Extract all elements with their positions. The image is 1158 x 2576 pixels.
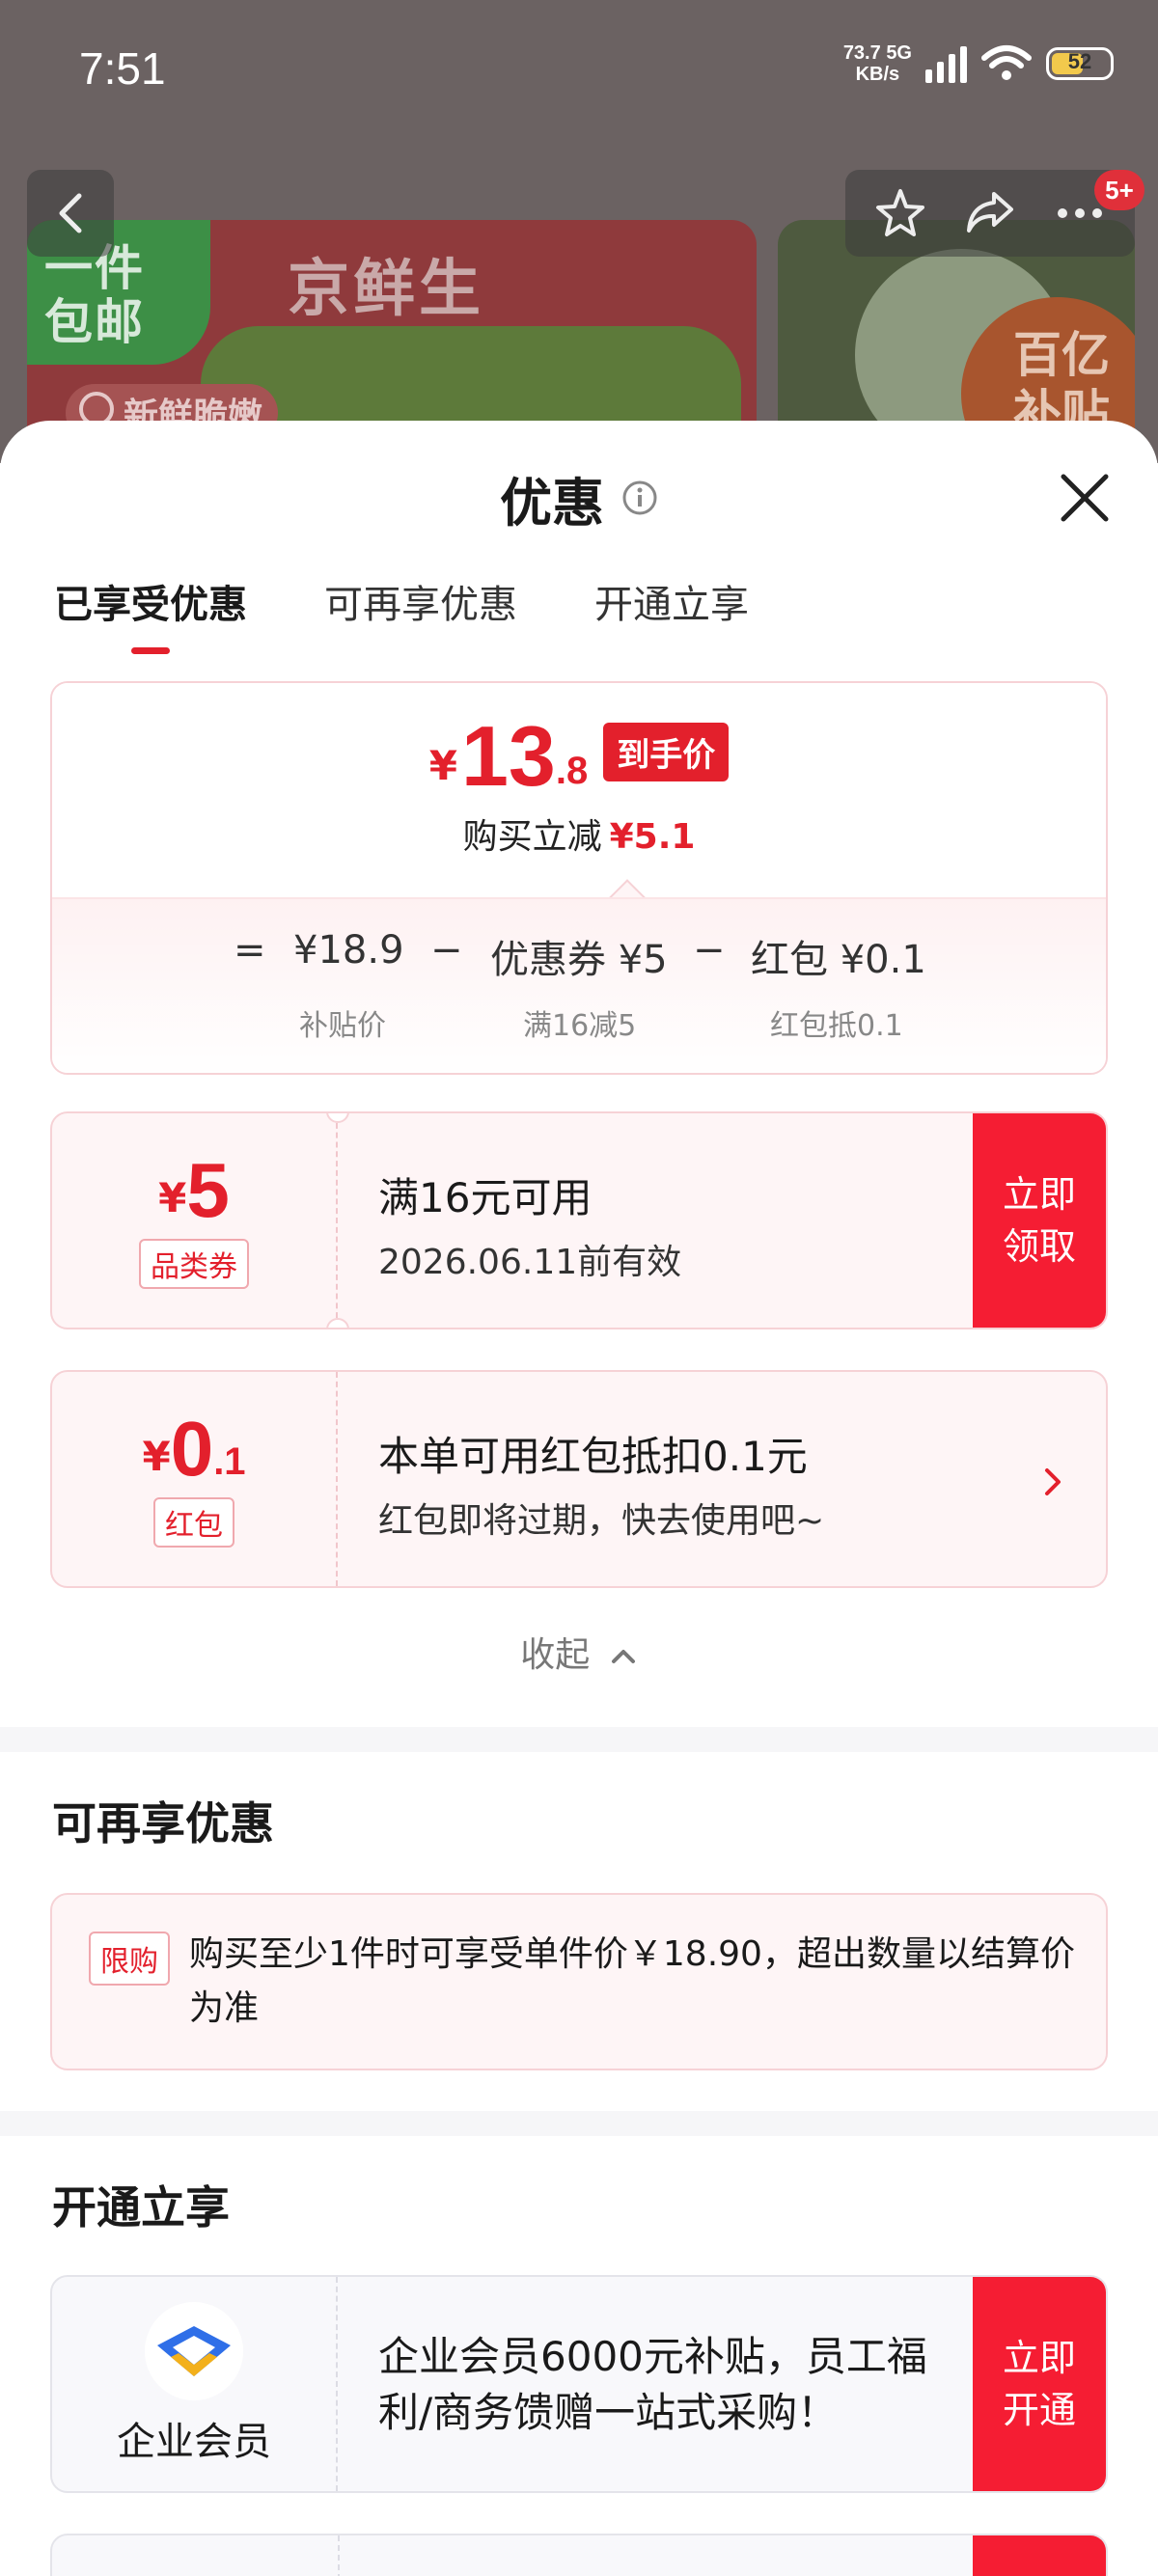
signal-icon bbox=[925, 44, 967, 83]
price-decimal: .8 bbox=[555, 750, 589, 792]
tab-more-offers-label: 可再享优惠 bbox=[324, 583, 517, 627]
redpacket-details: 本单可用红包抵扣0.1元 红包即将过期，快去使用吧~ bbox=[378, 1424, 824, 1543]
net-speed-unit: KB/s bbox=[855, 64, 900, 85]
collapse-button[interactable]: 收起 bbox=[0, 1627, 1158, 1677]
close-icon[interactable] bbox=[1056, 469, 1114, 527]
section-divider bbox=[0, 2111, 1158, 2136]
coupon-deduction: 优惠券 ¥5 bbox=[490, 938, 668, 982]
redpacket-expiry-hint: 红包即将过期，快去使用吧~ bbox=[378, 1501, 825, 1541]
redpacket-value: ¥ 0 .1 红包 bbox=[52, 1372, 338, 1586]
redpacket-usage-text: 本单可用红包抵扣0.1元 bbox=[378, 1433, 808, 1480]
coupon-currency: ¥ bbox=[158, 1174, 187, 1221]
coupon-expiry: 2026.06.11前有效 bbox=[378, 1243, 682, 1282]
status-time: 7:51 bbox=[79, 43, 166, 94]
next-offer-card bbox=[50, 2534, 1108, 2576]
coupon-details: 满16元可用 2026.06.11前有效 bbox=[378, 1165, 681, 1284]
tab-open-now[interactable]: 开通立享 bbox=[594, 573, 749, 654]
info-icon[interactable] bbox=[621, 480, 658, 516]
battery-icon: 52 bbox=[1046, 47, 1114, 80]
message-count-badge: 5+ bbox=[1094, 170, 1144, 210]
net-speed-value: 73.7 bbox=[842, 42, 881, 64]
equals-sign: = bbox=[234, 928, 266, 973]
chevron-right-icon bbox=[1045, 1468, 1061, 1495]
sheet-title: 优惠 bbox=[500, 472, 604, 534]
card-notch bbox=[326, 1318, 349, 1328]
coupon-condition-text: 满16元可用 bbox=[378, 1174, 593, 1221]
instant-reduction-label: 购买立减 bbox=[462, 817, 602, 857]
enterprise-member-logo-icon bbox=[145, 2302, 243, 2400]
section-divider bbox=[0, 1727, 1158, 1752]
redpacket-type-tag: 红包 bbox=[153, 1497, 234, 1548]
enterprise-member-card: 企业会员 企业会员6000元补贴，员工福利/商务馈赠一站式采购！ 立即 开通 bbox=[50, 2275, 1108, 2493]
redpacket-condition: 红包抵0.1 bbox=[770, 1009, 903, 1043]
tab-enjoyed[interactable]: 已享受优惠 bbox=[54, 573, 247, 654]
redpacket-card[interactable]: ¥ 0 .1 红包 本单可用红包抵扣0.1元 红包即将过期，快去使用吧~ bbox=[50, 1370, 1108, 1588]
claim-coupon-button[interactable]: 立即 领取 bbox=[973, 1113, 1106, 1328]
category-coupon-card: ¥ 5 品类券 满16元可用 2026.06.11前有效 立即 领取 bbox=[50, 1111, 1108, 1329]
chevron-up-icon bbox=[611, 1650, 635, 1663]
redpacket-currency: ¥ bbox=[142, 1433, 171, 1480]
sheet-header: 优惠 bbox=[0, 459, 1158, 536]
subsidy-price-value: ¥18.9 bbox=[293, 928, 404, 973]
redpacket-amount-int: 0 bbox=[170, 1406, 214, 1492]
purchase-limit-tag: 限购 bbox=[89, 1932, 170, 1986]
subsidy-line1: 百亿 bbox=[1013, 327, 1110, 383]
member-brand: 企业会员 bbox=[52, 2277, 338, 2491]
coupon-type-tag: 品类券 bbox=[139, 1239, 249, 1289]
free-shipping-line2: 包邮 bbox=[44, 294, 145, 350]
member-name: 企业会员 bbox=[117, 2420, 271, 2464]
card-divider bbox=[338, 2535, 340, 2576]
activate-member-button[interactable]: 立即 开通 bbox=[973, 2277, 1106, 2491]
price-breakdown: = ¥18.9 − 优惠券 ¥5 − 红包 ¥0.1 补贴价 满16减5 红包抵… bbox=[52, 897, 1106, 1073]
coupon-amount-value: 5 bbox=[186, 1147, 230, 1233]
currency-symbol: ¥ bbox=[428, 742, 457, 789]
next-offer-button[interactable] bbox=[973, 2535, 1106, 2576]
instant-reduction-amount: ¥5.1 bbox=[609, 817, 696, 857]
subsidy-price-label: 补贴价 bbox=[299, 1009, 386, 1043]
final-price: ¥ 13 .8 到手价 bbox=[52, 714, 1106, 799]
status-icons: 73.7 5G KB/s 52 bbox=[843, 42, 1114, 85]
wifi-icon bbox=[981, 45, 1032, 80]
price-formula: = ¥18.9 − 优惠券 ¥5 − 红包 ¥0.1 bbox=[52, 928, 1106, 986]
tab-active-indicator bbox=[131, 647, 170, 654]
discount-sheet: 优惠 已享受优惠 可再享优惠 开通立享 ¥ 13 .8 到手价 购买立减 ¥5.… bbox=[0, 421, 1158, 2576]
open-now-title: 开通立享 bbox=[52, 2181, 230, 2233]
net-speed: 73.7 5G KB/s bbox=[843, 42, 912, 85]
member-description: 企业会员6000元补贴，员工福利/商务馈赠一站式采购！ bbox=[378, 2333, 927, 2436]
tab-enjoyed-label: 已享受优惠 bbox=[54, 583, 247, 627]
minus-sign-1: − bbox=[430, 928, 463, 973]
tab-open-now-label: 开通立享 bbox=[594, 583, 749, 627]
coupon-amount: ¥ 5 bbox=[158, 1152, 230, 1229]
coupon-value: ¥ 5 品类券 bbox=[52, 1113, 338, 1328]
brand-name: 京鲜生 bbox=[288, 254, 484, 325]
final-price-tag: 到手价 bbox=[603, 723, 730, 781]
share-icon[interactable] bbox=[963, 186, 1017, 240]
coupon-condition: 满16减5 bbox=[523, 1009, 637, 1043]
discount-tabs: 已享受优惠 可再享优惠 开通立享 bbox=[54, 573, 826, 654]
top-actions bbox=[845, 170, 1135, 257]
chevron-left-icon bbox=[59, 193, 82, 233]
collapse-label: 收起 bbox=[520, 1635, 591, 1675]
purchase-limit-text: 购买至少1件时可享受单件价￥18.90，超出数量以结算价为准 bbox=[189, 1934, 1075, 2028]
purchase-limit-card: 限购 购买至少1件时可享受单件价￥18.90，超出数量以结算价为准 bbox=[50, 1893, 1108, 2070]
price-integer: 13 bbox=[460, 708, 556, 804]
minus-sign-2: − bbox=[693, 928, 726, 973]
star-icon[interactable] bbox=[873, 186, 927, 240]
final-price-area: ¥ 13 .8 到手价 购买立减 ¥5.1 bbox=[52, 683, 1106, 918]
back-button[interactable] bbox=[27, 170, 114, 257]
tab-more-offers[interactable]: 可再享优惠 bbox=[324, 573, 517, 654]
more-offers-title: 可再享优惠 bbox=[52, 1797, 274, 1850]
redpacket-deduction: 红包 ¥0.1 bbox=[751, 938, 926, 982]
price-summary-card: ¥ 13 .8 到手价 购买立减 ¥5.1 = ¥18.9 − 优惠券 ¥5 − … bbox=[50, 681, 1108, 1075]
instant-reduction: 购买立减 ¥5.1 bbox=[52, 808, 1106, 859]
redpacket-amount-dec: .1 bbox=[213, 1440, 246, 1483]
battery-level: 52 bbox=[1067, 49, 1092, 73]
network-type: 5G bbox=[886, 42, 912, 64]
redpacket-amount: ¥ 0 .1 bbox=[142, 1411, 245, 1488]
